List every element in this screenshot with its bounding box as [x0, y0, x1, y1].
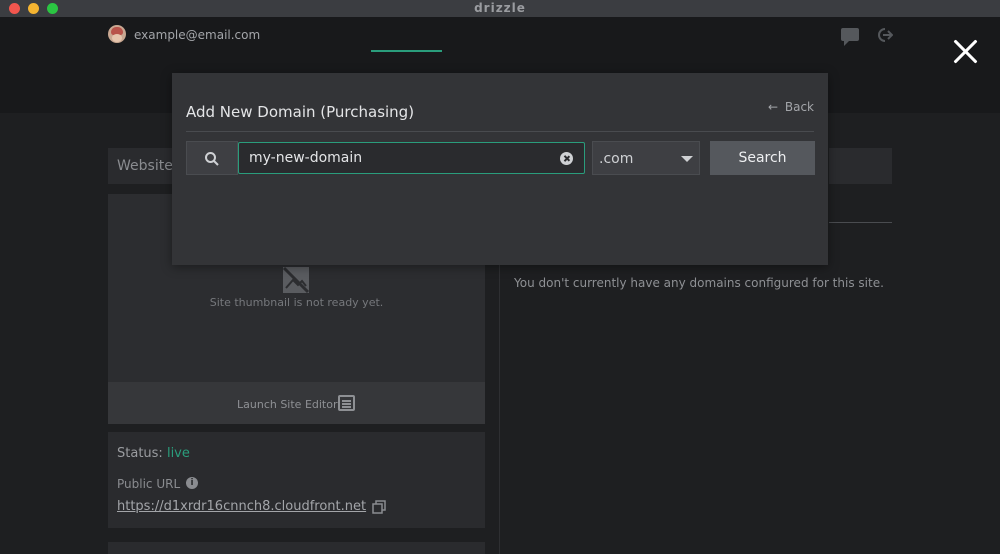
app-title: drizzle: [474, 1, 526, 15]
logout-icon[interactable]: [875, 26, 893, 44]
back-link[interactable]: ← Back: [768, 100, 814, 114]
chat-icon[interactable]: [841, 28, 859, 46]
column-divider: [499, 222, 500, 554]
search-icon-box: [186, 141, 238, 175]
avatar[interactable]: [108, 25, 126, 43]
user-email: example@email.com: [134, 28, 261, 42]
search-icon: [205, 152, 219, 166]
status-row: Status: live: [117, 446, 190, 461]
arrow-left-icon: ←: [767, 100, 779, 114]
tld-select[interactable]: .com: [592, 141, 700, 175]
tld-selected-value: .com: [599, 151, 634, 167]
public-url-link[interactable]: https://d1xrdr16cnnch8.cloudfront.net: [117, 499, 366, 514]
editor-icon[interactable]: [338, 395, 355, 411]
website-heading: Website: [117, 158, 173, 174]
active-tab-indicator: [371, 50, 442, 52]
info-icon[interactable]: i: [186, 477, 198, 489]
copy-icon[interactable]: [372, 500, 386, 514]
search-button[interactable]: Search: [710, 141, 815, 175]
image-unavailable-icon: [282, 266, 310, 294]
window-titlebar: drizzle: [0, 0, 1000, 17]
bottom-panel: [108, 542, 485, 554]
chevron-down-icon: [681, 156, 693, 162]
modal-divider: [186, 131, 814, 132]
add-domain-modal: Add New Domain (Purchasing) ← Back .com …: [172, 73, 828, 265]
domains-panel-divider: [829, 222, 892, 223]
back-label[interactable]: Back: [785, 100, 814, 114]
close-icon[interactable]: [951, 37, 979, 65]
domain-search-input[interactable]: [238, 142, 585, 174]
no-domains-message: You don't currently have any domains con…: [514, 276, 884, 290]
clear-input-icon[interactable]: [560, 152, 573, 165]
launch-site-editor-label[interactable]: Launch Site Editor: [237, 398, 338, 411]
status-value: live: [166, 446, 190, 461]
status-label: Status:: [117, 446, 163, 461]
domains-panel-header: [829, 148, 892, 184]
thumbnail-status-text: Site thumbnail is not ready yet.: [209, 296, 384, 309]
public-url-label: Public URL: [117, 477, 181, 491]
modal-title: Add New Domain (Purchasing): [186, 103, 415, 121]
